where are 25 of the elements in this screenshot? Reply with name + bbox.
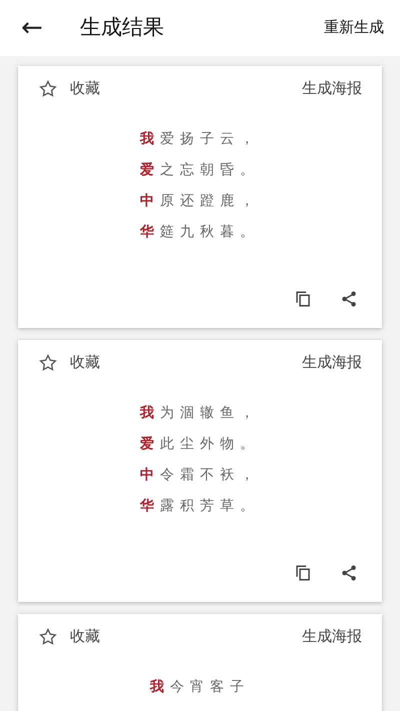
back-button[interactable]: ← [16, 8, 48, 48]
share-icon[interactable] [340, 290, 358, 308]
poster-button[interactable]: 生成海报 [302, 78, 362, 100]
poem-line: 我 爱扬子云， [140, 130, 260, 148]
poem-line: 我 为涸辙鱼， [140, 404, 260, 422]
star-icon [38, 79, 58, 100]
poem-line: 华 筵九秋暮。 [140, 222, 260, 242]
poem-line: 我 今宵客子 [150, 678, 250, 696]
poem-line: 中 令霜不袄， [140, 466, 260, 484]
copy-icon[interactable] [294, 564, 312, 582]
poem-line: 爱 此尘外物。 [140, 434, 260, 454]
favorite-button[interactable]: 收藏 [38, 78, 100, 100]
favorite-button[interactable]: 收藏 [38, 626, 100, 648]
star-icon [38, 627, 58, 648]
share-icon[interactable] [340, 564, 358, 582]
poem-line: 爱 之忘朝昏。 [140, 160, 260, 180]
page-title: 生成结果 [80, 15, 164, 42]
poster-button[interactable]: 生成海报 [302, 352, 362, 374]
poem-line: 华 露积芳草。 [140, 496, 260, 516]
poem-line: 中 原还蹬鹿， [140, 192, 260, 210]
poster-button[interactable]: 生成海报 [302, 626, 362, 648]
favorite-button[interactable]: 收藏 [38, 352, 100, 374]
copy-icon[interactable] [294, 290, 312, 308]
star-icon [38, 353, 58, 374]
regenerate-button[interactable]: 重新生成 [324, 16, 384, 40]
